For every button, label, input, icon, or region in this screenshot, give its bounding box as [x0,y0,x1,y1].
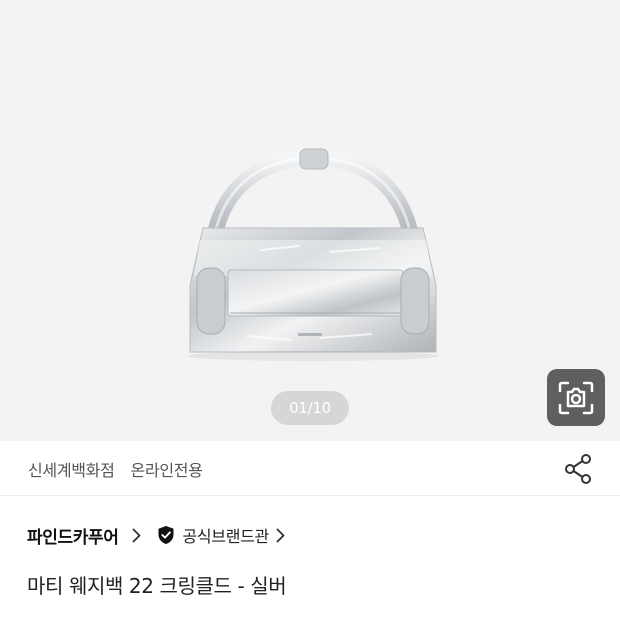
image-page-indicator: 01/10 [271,391,349,425]
official-brand-store-label: 공식브랜드관 [182,527,269,546]
share-button[interactable] [562,452,596,486]
product-title: 마티 웨지백 22 크링클드 - 실버 [27,574,287,598]
official-brand-store-link[interactable]: 공식브랜드관 [157,523,285,547]
store-tags: 신세계백화점 온라인전용 [28,457,203,481]
store-info-row: 신세계백화점 온라인전용 [0,441,620,496]
store-tag-online-exclusive[interactable]: 온라인전용 [131,457,203,481]
brand-name: 파인드카푸어 [27,527,119,548]
product-image [187,148,439,361]
brand-row: 파인드카푸어 공식브랜드관 [0,518,620,552]
chevron-right-icon [133,528,141,542]
camera-lens-icon [558,381,594,414]
store-tag-department-store[interactable]: 신세계백화점 [28,457,115,481]
share-icon [565,454,591,484]
chevron-right-icon [276,528,285,542]
verified-shield-icon [158,526,174,544]
image-search-lens-button[interactable] [547,369,605,426]
brand-link[interactable]: 파인드카푸어 [27,523,141,548]
product-image-gallery[interactable]: 01/10 [0,0,620,441]
